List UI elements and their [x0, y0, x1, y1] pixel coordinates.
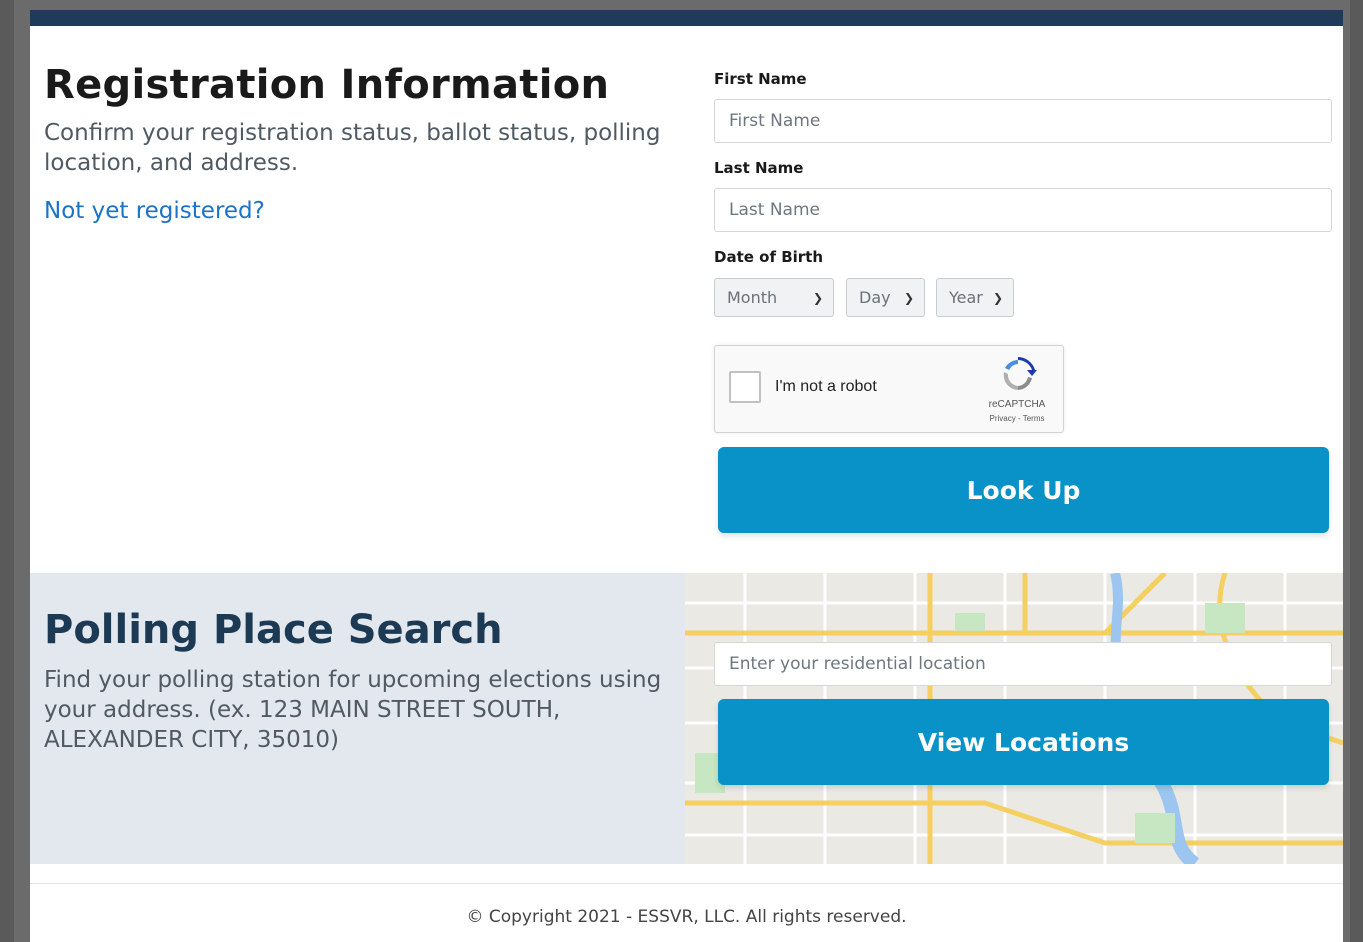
map-background[interactable]: View Locations [685, 573, 1343, 864]
footer-divider [30, 883, 1343, 884]
page: Registration Information Confirm your re… [30, 10, 1343, 942]
dob-label: Date of Birth [714, 248, 824, 266]
residential-location-input[interactable] [714, 642, 1332, 686]
header-bar [30, 10, 1343, 26]
first-name-label: First Name [714, 70, 807, 88]
footer-copyright: © Copyright 2021 - ESSVR, LLC. All right… [466, 907, 907, 927]
recaptcha-label: I'm not a robot [775, 378, 877, 395]
recaptcha-checkbox[interactable] [729, 371, 761, 403]
recaptcha-widget: I'm not a robot reCAPTCHA Privacy - Term… [714, 345, 1064, 433]
month-select-value: Month [727, 288, 778, 307]
year-select-value: Year [949, 288, 983, 307]
year-select[interactable]: Year ❯ [936, 278, 1014, 317]
lookup-button[interactable]: Look Up [718, 447, 1329, 533]
recaptcha-brand: reCAPTCHA [988, 399, 1046, 410]
last-name-input[interactable] [714, 188, 1332, 232]
not-registered-link[interactable]: Not yet registered? [44, 198, 265, 224]
chevron-down-icon: ❯ [903, 290, 914, 305]
month-select[interactable]: Month ❯ [714, 278, 834, 317]
polling-section: Polling Place Search Find your polling s… [30, 573, 1343, 864]
recaptcha-privacy-terms[interactable]: Privacy - Terms [977, 414, 1057, 423]
day-select-value: Day [859, 288, 891, 307]
chevron-down-icon: ❯ [812, 290, 823, 305]
recaptcha-logo-icon [1003, 357, 1037, 390]
polling-title: Polling Place Search [44, 607, 503, 653]
day-select[interactable]: Day ❯ [846, 278, 925, 317]
registration-title: Registration Information [44, 62, 610, 108]
chevron-down-icon: ❯ [992, 290, 1003, 305]
view-locations-button[interactable]: View Locations [718, 699, 1329, 785]
last-name-label: Last Name [714, 159, 804, 177]
registration-subtitle: Confirm your registration status, ballot… [44, 120, 661, 176]
first-name-input[interactable] [714, 99, 1332, 143]
polling-subtitle: Find your polling station for upcoming e… [44, 667, 662, 753]
